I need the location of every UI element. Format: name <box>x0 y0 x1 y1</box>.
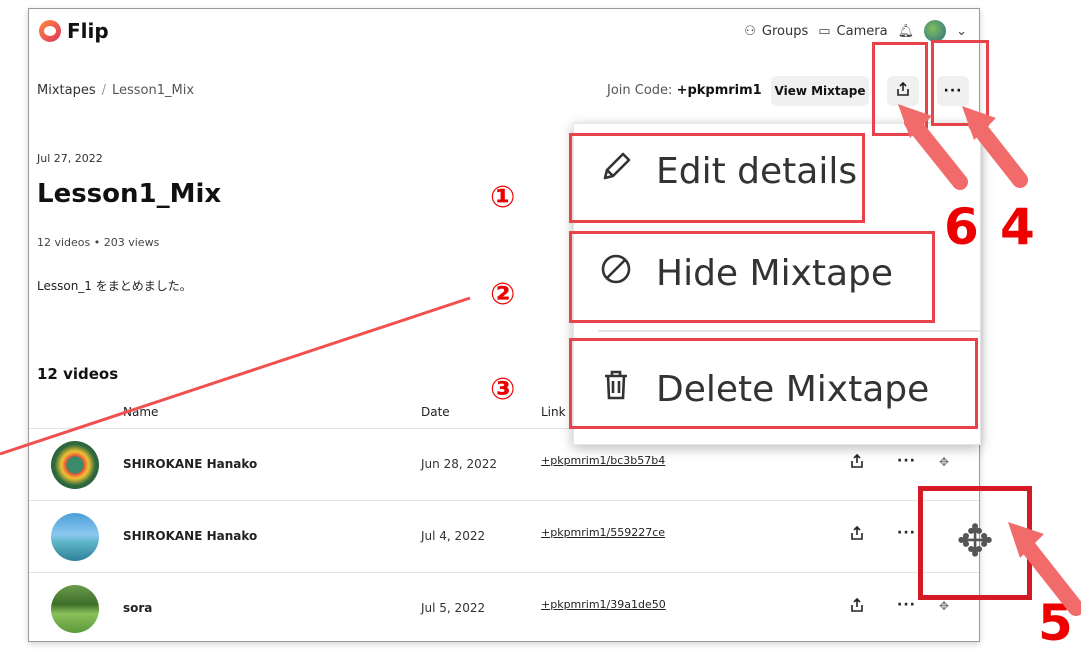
arrow-to-drag <box>1008 522 1081 616</box>
annotation-overlay <box>0 104 1081 616</box>
arrow-to-more <box>962 106 1028 188</box>
arrow-to-share <box>898 104 968 190</box>
callout-line <box>0 296 471 456</box>
